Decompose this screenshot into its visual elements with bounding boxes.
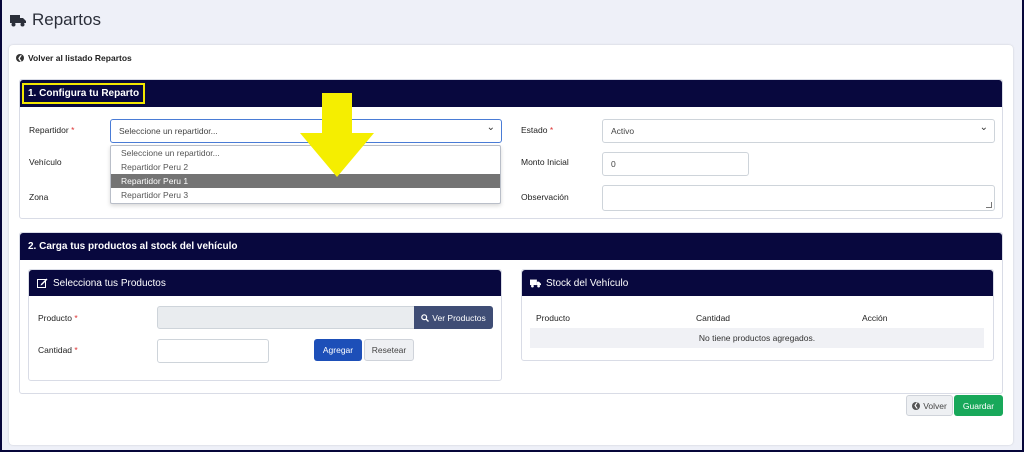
circle-arrow-left-icon: ❮ (912, 401, 921, 410)
section-configure-header: 1. Configura tu Reparto (20, 80, 1002, 107)
cantidad-label: Cantidad * (38, 345, 78, 355)
vehiculo-label: Vehículo (29, 157, 62, 167)
ver-productos-button[interactable]: Ver Productos (414, 306, 493, 329)
agregar-button[interactable]: Agregar (314, 339, 362, 361)
section-stock-title: 2. Carga tus productos al stock del vehí… (28, 241, 238, 252)
table-empty-message: No tiene productos agregados. (698, 333, 816, 343)
circle-arrow-left-icon: ❮ (16, 54, 24, 62)
repartidor-label: Repartidor * (29, 125, 75, 135)
resize-grip-icon[interactable] (986, 202, 992, 208)
column-header-accion: Acción (862, 313, 888, 323)
truck-icon (10, 15, 26, 27)
producto-input[interactable] (157, 306, 415, 329)
search-icon (421, 313, 430, 322)
vehicle-stock-header: Stock del Vehículo (522, 270, 993, 296)
column-header-cantidad: Cantidad (696, 313, 731, 323)
repartidor-option[interactable]: Repartidor Peru 3 (111, 188, 500, 202)
section-stock-header: 2. Carga tus productos al stock del vehí… (20, 233, 1002, 260)
volver-button[interactable]: ❮ Volver (906, 395, 953, 416)
guardar-button[interactable]: Guardar (954, 395, 1003, 416)
observacion-label: Observación (521, 192, 569, 202)
zona-label: Zona (29, 192, 49, 202)
select-products-header: Selecciona tus Productos (29, 270, 501, 296)
estado-label: Estado * (521, 125, 554, 135)
page-header: Repartos (10, 8, 101, 32)
monto-inicial-input[interactable]: 0 (602, 152, 749, 176)
back-to-list-link[interactable]: ❮ Volver al listado Repartos (16, 53, 132, 63)
vehicle-stock-title: Stock del Vehículo (546, 277, 629, 289)
back-link-label: Volver al listado Repartos (28, 53, 132, 63)
arrow-down-icon (300, 93, 374, 177)
select-products-title: Selecciona tus Productos (53, 277, 166, 289)
column-header-producto: Producto (536, 313, 571, 323)
monto-inicial-label: Monto Inicial (521, 157, 569, 167)
producto-label: Producto * (38, 313, 78, 323)
resetear-button[interactable]: Resetear (364, 339, 414, 361)
page-title: Repartos (32, 10, 101, 29)
section-configure-title: 1. Configura tu Reparto (22, 83, 146, 104)
ver-productos-label: Ver Productos (432, 312, 486, 323)
table-empty-row: No tiene productos agregados. (530, 328, 984, 348)
estado-select[interactable]: Activo (602, 119, 995, 143)
truck-icon (530, 279, 541, 288)
edit-icon (37, 278, 48, 288)
cantidad-input[interactable] (157, 339, 269, 363)
volver-label: Volver (923, 400, 947, 411)
observacion-textarea[interactable] (602, 185, 995, 211)
